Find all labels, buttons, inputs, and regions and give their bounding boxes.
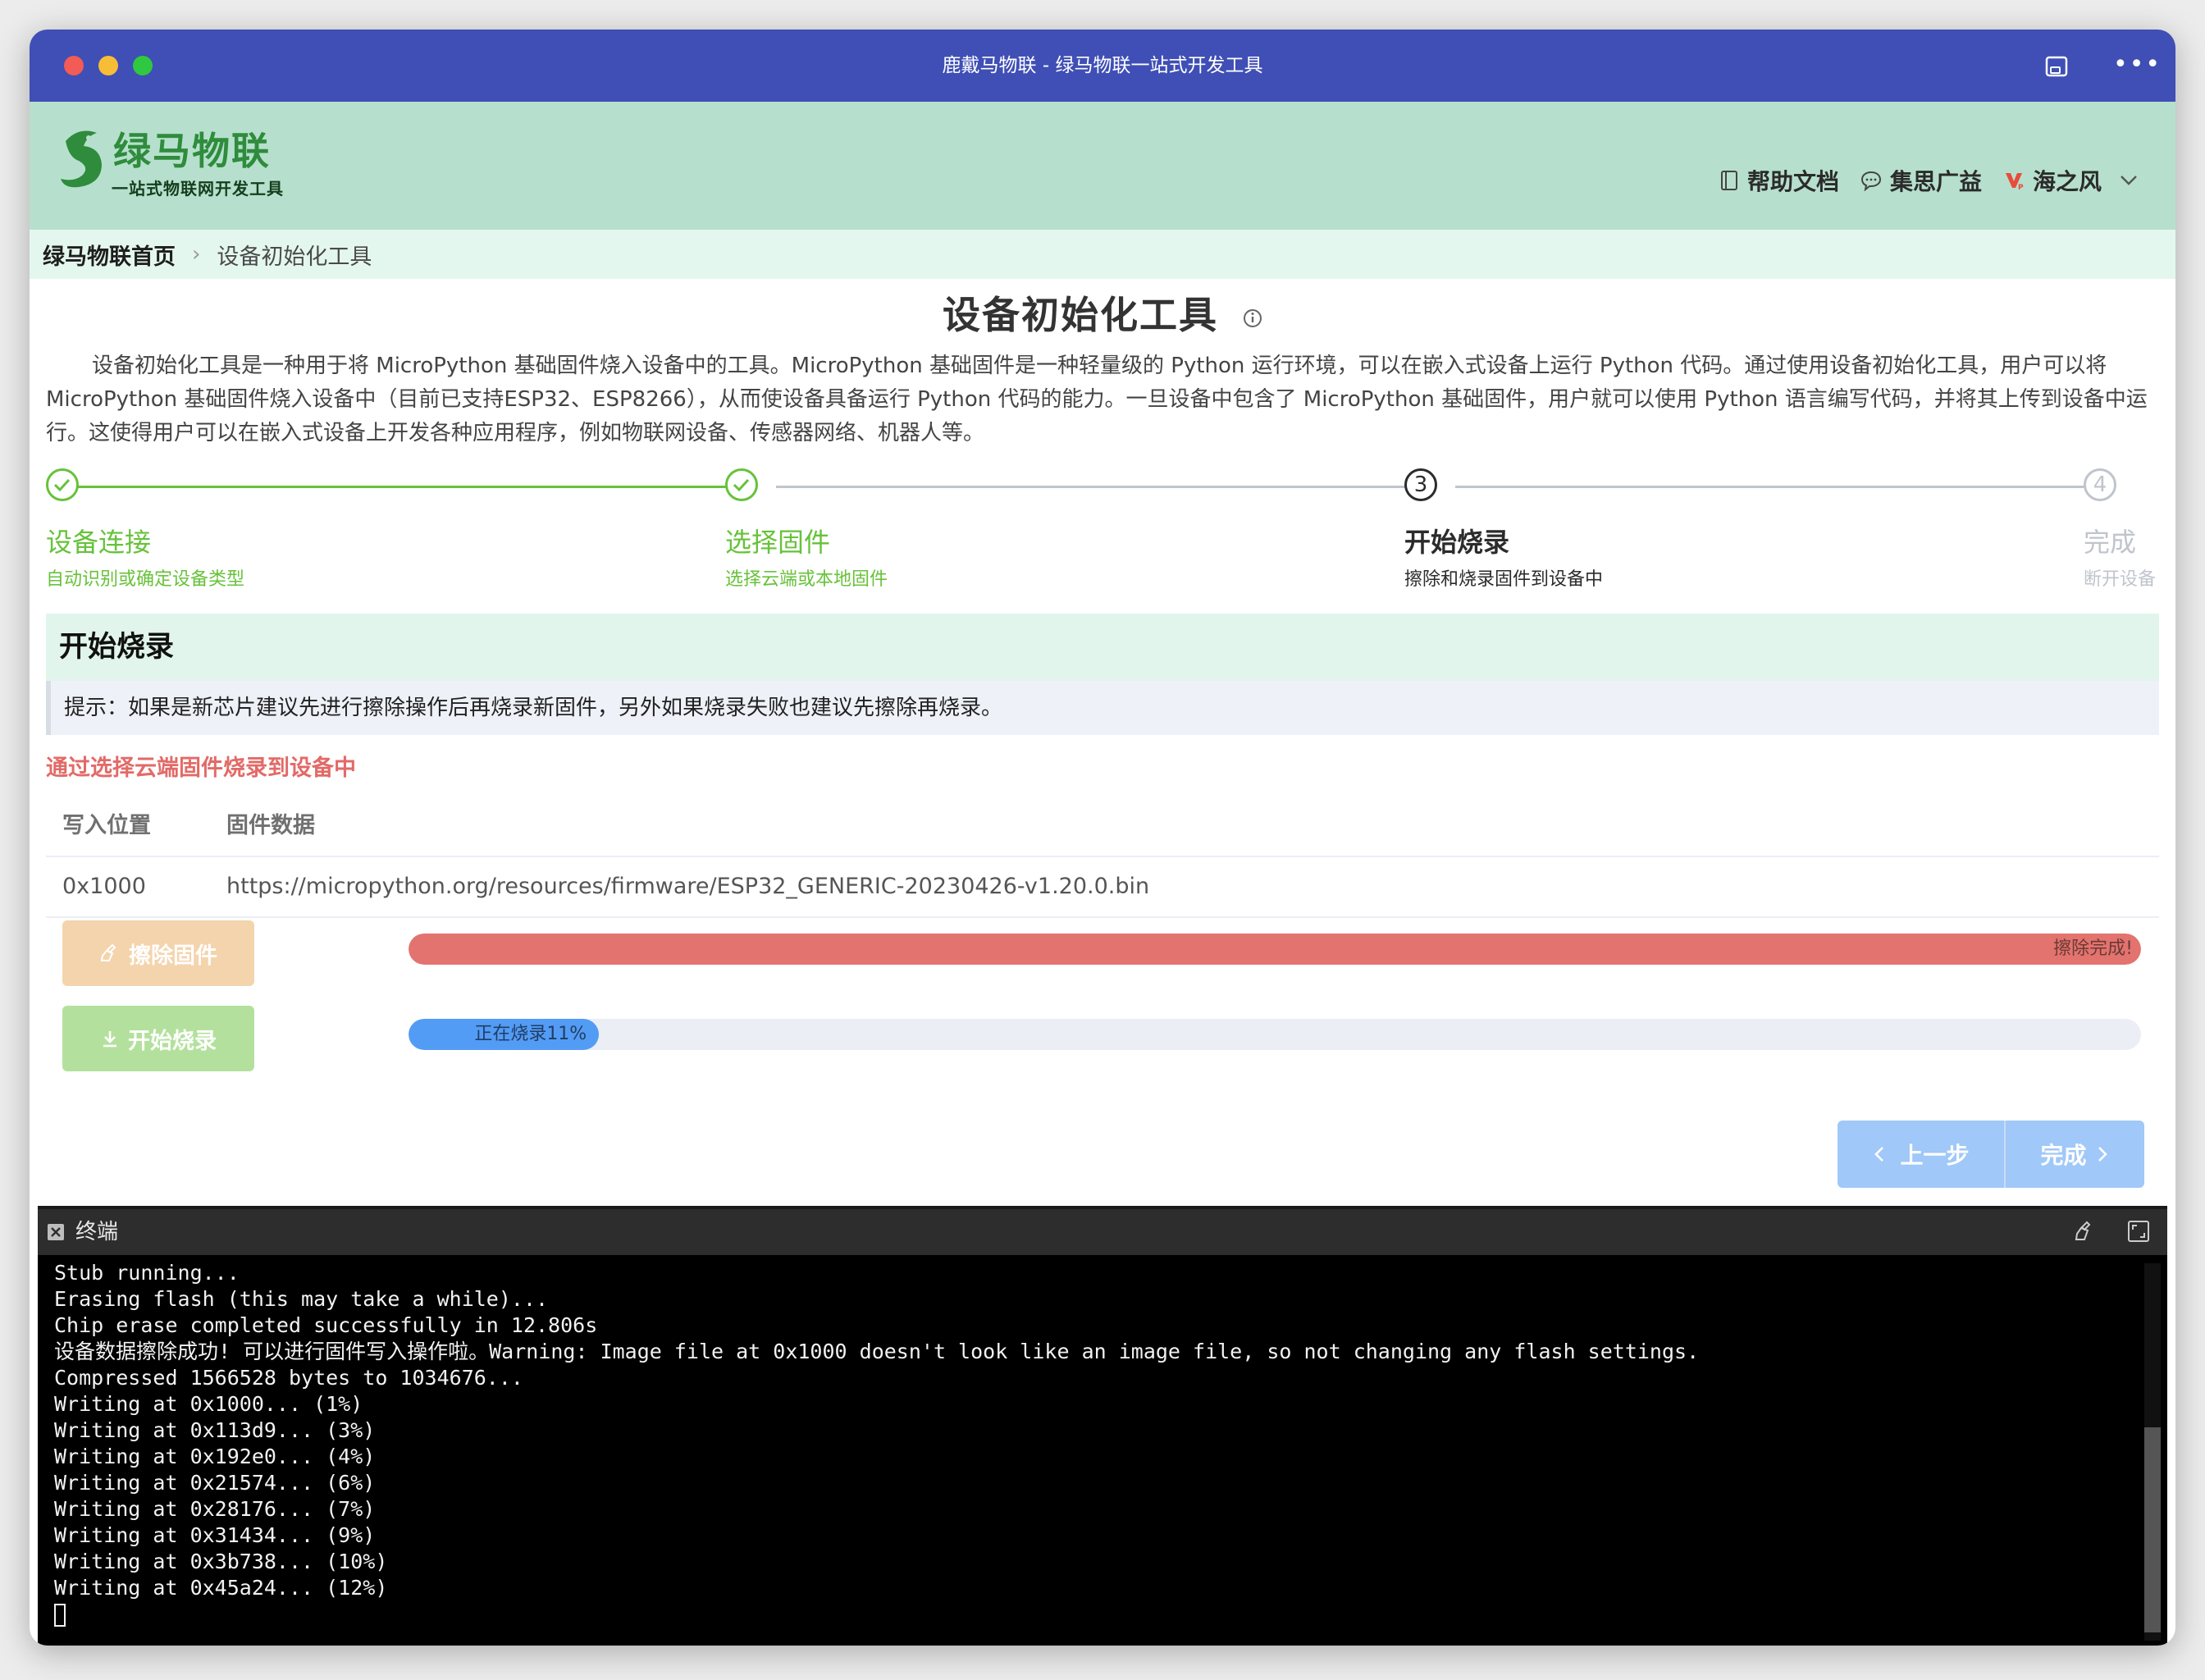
step-2-title: 选择固件 xyxy=(725,527,831,558)
start-burn-label: 开始烧录 xyxy=(128,1028,217,1054)
brand-logo[interactable]: 绿马物联 一站式物联网开发工具 xyxy=(54,118,292,210)
start-burn-button[interactable]: 开始烧录 xyxy=(62,1006,254,1071)
terminal-line: Writing at 0x192e0... (4%) xyxy=(54,1445,376,1468)
terminal-scrollbar[interactable] xyxy=(2144,1263,2161,1641)
step-4-desc: 断开设备 xyxy=(2084,569,2157,590)
step-1-title: 设备连接 xyxy=(46,527,152,558)
step-4-title: 完成 xyxy=(2084,527,2137,558)
terminal-line: 设备数据擦除成功! 可以进行固件写入操作啦。Warning: Image fil… xyxy=(54,1340,1700,1363)
step-1-check-icon xyxy=(46,468,79,501)
terminal-header: 终端 xyxy=(38,1206,2167,1255)
step-2-check-icon xyxy=(725,468,758,501)
cloud-firmware-note: 通过选择云端固件烧录到设备中 xyxy=(46,756,356,781)
erase-firmware-button[interactable]: 擦除固件 xyxy=(62,920,254,986)
book-icon xyxy=(1720,171,1737,190)
sidebar-toggle-icon[interactable] xyxy=(2043,52,2070,80)
download-icon xyxy=(103,1031,116,1048)
step-3-number: 3 xyxy=(1404,468,1437,501)
info-icon[interactable] xyxy=(1243,308,1262,328)
more-options-icon[interactable]: ••• xyxy=(2113,52,2160,80)
terminal-panel: 终端 Stub running... Erasing flash (this ma… xyxy=(38,1206,2167,1646)
burn-progress-text: 正在烧录11% xyxy=(474,1024,587,1044)
column-header-firmware: 固件数据 xyxy=(226,813,315,838)
terminal-line: Writing at 0x3b738... (10%) xyxy=(54,1550,388,1573)
app-header: 绿马物联 一站式物联网开发工具 帮助文档 集思广益 P 海之风 xyxy=(30,102,2175,230)
terminal-line: Compressed 1566528 bytes to 1034676... xyxy=(54,1366,523,1390)
step-3-title: 开始烧录 xyxy=(1404,527,1510,558)
page-description: 设备初始化工具是一种用于将 MicroPython 基础固件烧入设备中的工具。M… xyxy=(46,354,2148,445)
section-title: 开始烧录 xyxy=(46,614,2159,681)
page-title: 设备初始化工具 xyxy=(942,293,1218,337)
chevron-right-icon xyxy=(2098,1147,2107,1162)
title-bar: 鹿戴马物联 - 绿马物联一站式开发工具 ••• xyxy=(30,30,2175,102)
terminal-line: Chip erase completed successfully in 12.… xyxy=(54,1313,598,1337)
window-title: 鹿戴马物联 - 绿马物联一站式开发工具 xyxy=(942,55,1263,76)
terminal-tools xyxy=(2043,1219,2151,1244)
nav-help-docs-label: 帮助文档 xyxy=(1746,168,1839,195)
step-4-number: 4 xyxy=(2084,468,2116,501)
header-nav: 帮助文档 集思广益 P 海之风 xyxy=(1698,164,2146,197)
prev-step-label: 上一步 xyxy=(1900,1142,1970,1169)
terminal-cursor xyxy=(54,1604,66,1627)
erase-progress-text: 擦除完成! xyxy=(2053,938,2133,959)
nav-help-docs[interactable]: 帮助文档 xyxy=(1719,164,1839,197)
terminal-line: Writing at 0x21574... (6%) xyxy=(54,1471,376,1495)
prev-step-button[interactable]: 上一步 xyxy=(1838,1121,2006,1188)
svg-text:P: P xyxy=(2018,184,2024,191)
table-row: 0x1000 https://micropython.org/resources… xyxy=(46,857,2159,918)
terminal-line: Stub running... xyxy=(54,1261,240,1285)
terminal-output[interactable]: Stub running... Erasing flash (this may t… xyxy=(54,1260,2134,1646)
finish-button[interactable]: 完成 xyxy=(2006,1121,2144,1188)
logo-text: 绿马物联 xyxy=(113,129,271,173)
logo-subtitle: 一站式物联网开发工具 xyxy=(112,179,284,199)
breadcrumb-current: 设备初始化工具 xyxy=(217,244,372,270)
terminal-line: Writing at 0x113d9... (3%) xyxy=(54,1418,376,1442)
step-connector-1 xyxy=(64,486,742,488)
cell-address: 0x1000 xyxy=(62,874,146,899)
terminal-line: Writing at 0x1000... (1%) xyxy=(54,1392,363,1416)
terminal-line: Writing at 0x45a24... (12%) xyxy=(54,1576,388,1600)
breadcrumb: 绿马物联首页 › 设备初始化工具 xyxy=(30,230,2175,279)
erase-progress-fill xyxy=(409,934,2141,965)
step-2-desc: 选择云端或本地固件 xyxy=(725,569,888,590)
nav-brainstorm[interactable]: 集思广益 xyxy=(1860,164,1982,197)
tip-alert: 提示：如果是新芯片建议先进行擦除操作后再烧录新固件，另外如果烧录失败也建议先擦除… xyxy=(46,681,2159,735)
burn-progress-bar: 正在烧录11% xyxy=(409,1019,2141,1050)
terminal-title: 终端 xyxy=(75,1220,119,1244)
step-3-desc: 擦除和烧录固件到设备中 xyxy=(1404,569,1604,590)
terminal-line: Erasing flash (this may take a while)... xyxy=(54,1287,549,1311)
nav-user-label: 海之风 xyxy=(2032,168,2102,195)
breadcrumb-home[interactable]: 绿马物联首页 xyxy=(43,239,176,271)
page-title-row: 设备初始化工具 xyxy=(30,285,2175,340)
nav-brainstorm-label: 集思广益 xyxy=(1889,168,1982,195)
step-nav-buttons: 上一步 完成 xyxy=(1838,1121,2144,1188)
fullscreen-icon[interactable] xyxy=(2126,1219,2151,1244)
chevron-down-icon[interactable] xyxy=(2120,175,2138,186)
step-1-desc: 自动识别或确定设备类型 xyxy=(46,569,245,590)
nav-user-menu[interactable]: P 海之风 xyxy=(2003,164,2146,197)
chevron-left-icon xyxy=(1874,1147,1884,1162)
horse-logo-icon xyxy=(61,130,102,188)
step-connector-2 xyxy=(776,486,1421,488)
table-header-row: 写入位置 固件数据 xyxy=(46,797,2159,857)
terminal-line: Writing at 0x28176... (7%) xyxy=(54,1497,376,1521)
broom-icon xyxy=(100,943,116,961)
firmware-table: 写入位置 固件数据 0x1000 https://micropython.org… xyxy=(46,797,2159,918)
app-window: 鹿戴马物联 - 绿马物联一站式开发工具 ••• 绿马物联 一站式物联网开发工具 … xyxy=(30,30,2175,1646)
erase-progress-bar: 擦除完成! xyxy=(409,934,2141,965)
cell-firmware-url: https://micropython.org/resources/firmwa… xyxy=(226,874,1150,899)
erase-firmware-label: 擦除固件 xyxy=(129,943,217,969)
column-header-address: 写入位置 xyxy=(62,813,151,838)
terminal-line: Writing at 0x31434... (9%) xyxy=(54,1523,376,1547)
terminal-scroll-thumb[interactable] xyxy=(2144,1427,2161,1632)
steps: 设备连接 自动识别或确定设备类型 选择固件 选择云端或本地固件 3 开始烧录 擦… xyxy=(30,464,2175,596)
step-connector-3 xyxy=(1455,486,2100,488)
breadcrumb-separator-icon: › xyxy=(192,242,201,267)
chat-bubble-icon xyxy=(1860,171,1881,191)
user-logo-icon: P xyxy=(2005,173,2024,191)
clear-terminal-icon[interactable] xyxy=(2072,1219,2097,1244)
finish-label: 完成 xyxy=(2040,1142,2087,1169)
terminal-icon xyxy=(48,1224,64,1240)
